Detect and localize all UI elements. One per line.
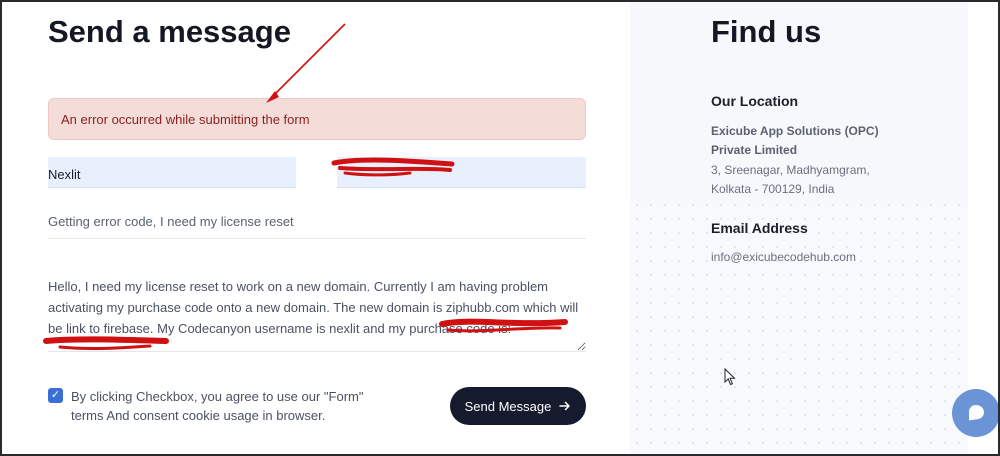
error-alert: An error occurred while submitting the f… <box>48 98 586 140</box>
subject-input[interactable] <box>48 205 586 239</box>
chat-launcher-button[interactable] <box>952 389 1000 437</box>
send-message-button[interactable]: Send Message <box>450 387 586 425</box>
consent-checkbox[interactable]: ✓ <box>48 388 63 403</box>
send-button-label: Send Message <box>464 398 552 414</box>
consent-text: By clicking Checkbox, you agree to use o… <box>71 389 364 423</box>
chat-icon <box>969 405 984 421</box>
check-icon: ✓ <box>50 389 61 401</box>
email-input[interactable] <box>337 157 586 188</box>
message-textarea[interactable]: Hello, I need my license reset to work o… <box>48 272 586 352</box>
form-title: Send a message <box>48 14 291 49</box>
address-line-1: 3, Sreenagar, Madhyamgram, <box>711 163 870 177</box>
email-address: info@exicubecodehub.com <box>711 250 856 264</box>
company-line-1: Exicube App Solutions (OPC) <box>711 124 879 138</box>
name-input[interactable] <box>48 157 296 188</box>
arrow-right-icon <box>559 401 571 411</box>
address-line-2: Kolkata - 700129, India <box>711 182 835 196</box>
mouse-cursor-icon <box>724 368 736 386</box>
company-name: Exicube App Solutions (OPC) Private Limi… <box>711 122 911 160</box>
location-heading: Our Location <box>711 93 799 109</box>
email-heading: Email Address <box>711 220 808 236</box>
find-us-title: Find us <box>711 14 822 49</box>
address: 3, Sreenagar, Madhyamgram, Kolkata - 700… <box>711 161 931 199</box>
company-line-2: Private Limited <box>711 143 798 157</box>
